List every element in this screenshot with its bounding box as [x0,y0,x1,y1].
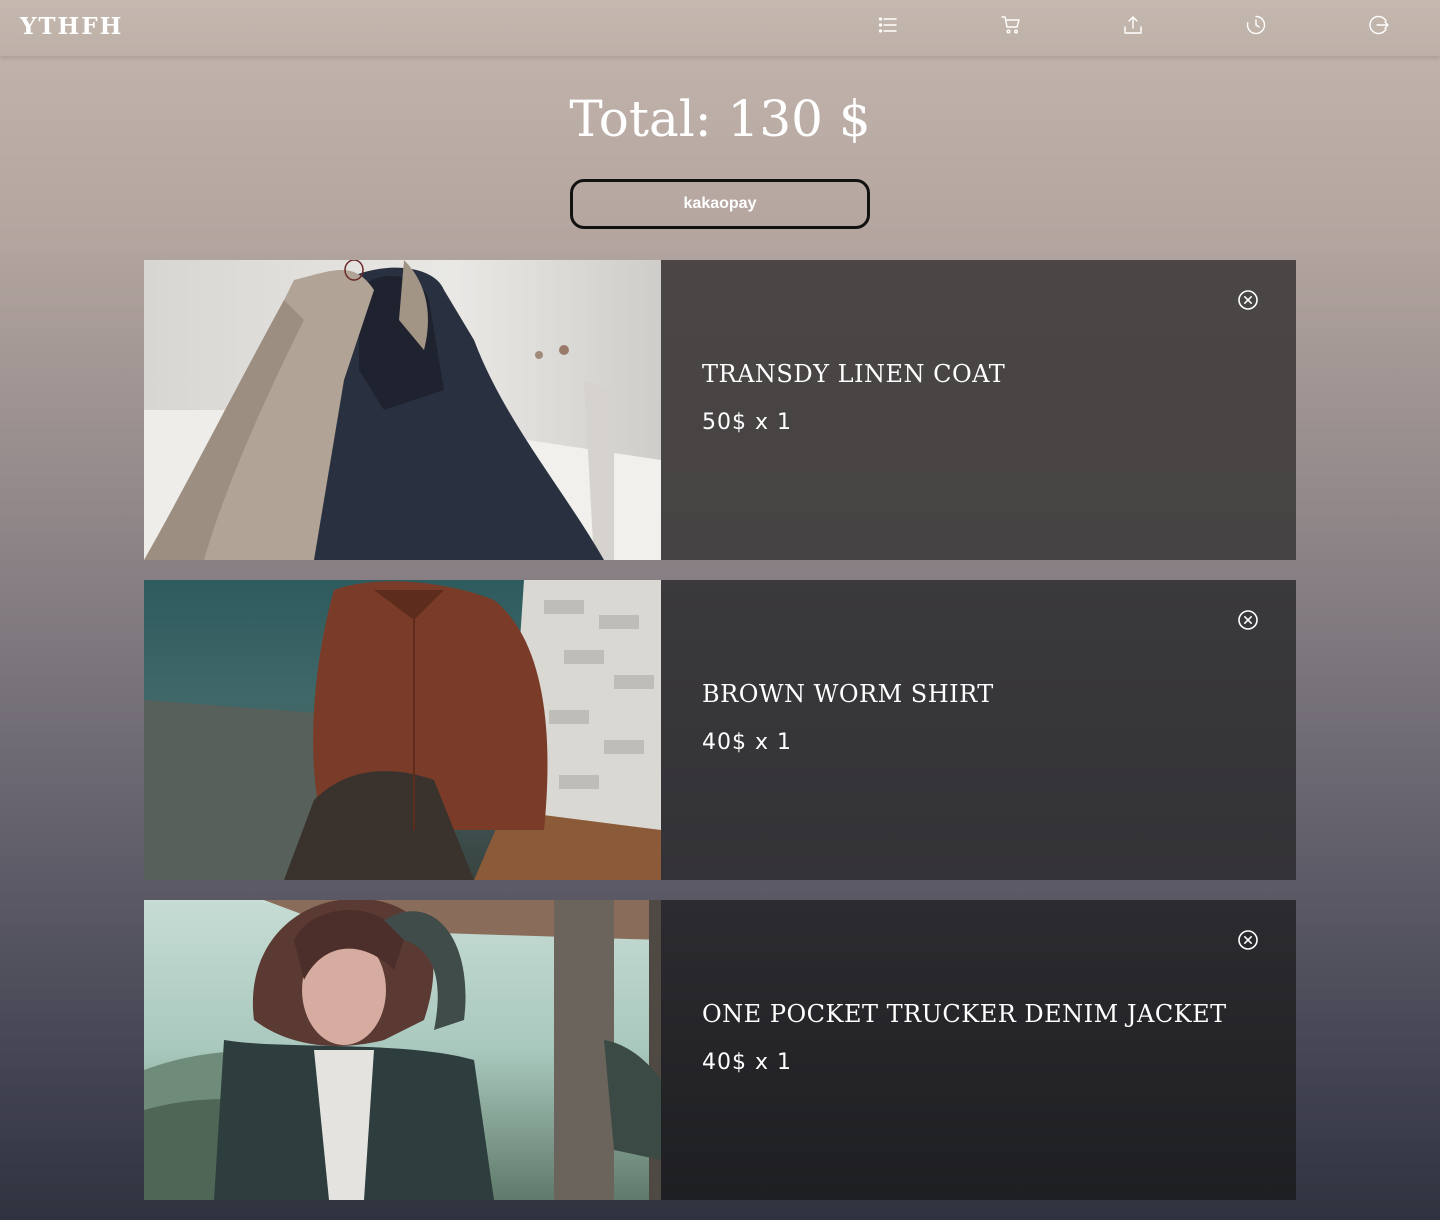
brand-logo[interactable]: YTHFH [20,13,123,41]
item-price: 40$ x 1 [702,730,792,755]
remove-item-icon[interactable] [1237,609,1259,631]
cart-item: ONE POCKET TRUCKER DENIM JACKET 40$ x 1 [144,900,1296,1200]
item-name: BROWN WORM SHIRT [702,680,994,708]
item-price: 50$ x 1 [702,410,792,435]
item-price: 40$ x 1 [702,1050,792,1075]
product-image[interactable] [144,580,661,880]
remove-item-icon[interactable] [1237,929,1259,951]
item-details: BROWN WORM SHIRT 40$ x 1 [661,580,1296,880]
product-image[interactable] [144,900,661,1200]
item-name: ONE POCKET TRUCKER DENIM JACKET [702,1000,1227,1028]
cart-item: BROWN WORM SHIRT 40$ x 1 [144,580,1296,880]
item-details: ONE POCKET TRUCKER DENIM JACKET 40$ x 1 [661,900,1296,1200]
cart-icon[interactable] [1001,14,1021,36]
item-name: TRANSDY LINEN COAT [702,360,1006,388]
upload-icon[interactable] [1123,14,1143,36]
cart-total: Total: 130 $ [569,90,871,148]
list-icon[interactable] [878,14,898,36]
remove-item-icon[interactable] [1237,289,1259,311]
cart-item: TRANSDY LINEN COAT 50$ x 1 [144,260,1296,560]
history-icon[interactable] [1246,14,1266,36]
item-details: TRANSDY LINEN COAT 50$ x 1 [661,260,1296,560]
top-navbar: YTHFH [0,0,1440,56]
kakaopay-button[interactable]: kakaopay [570,179,870,229]
logout-icon[interactable] [1369,14,1389,36]
product-image[interactable] [144,260,661,560]
